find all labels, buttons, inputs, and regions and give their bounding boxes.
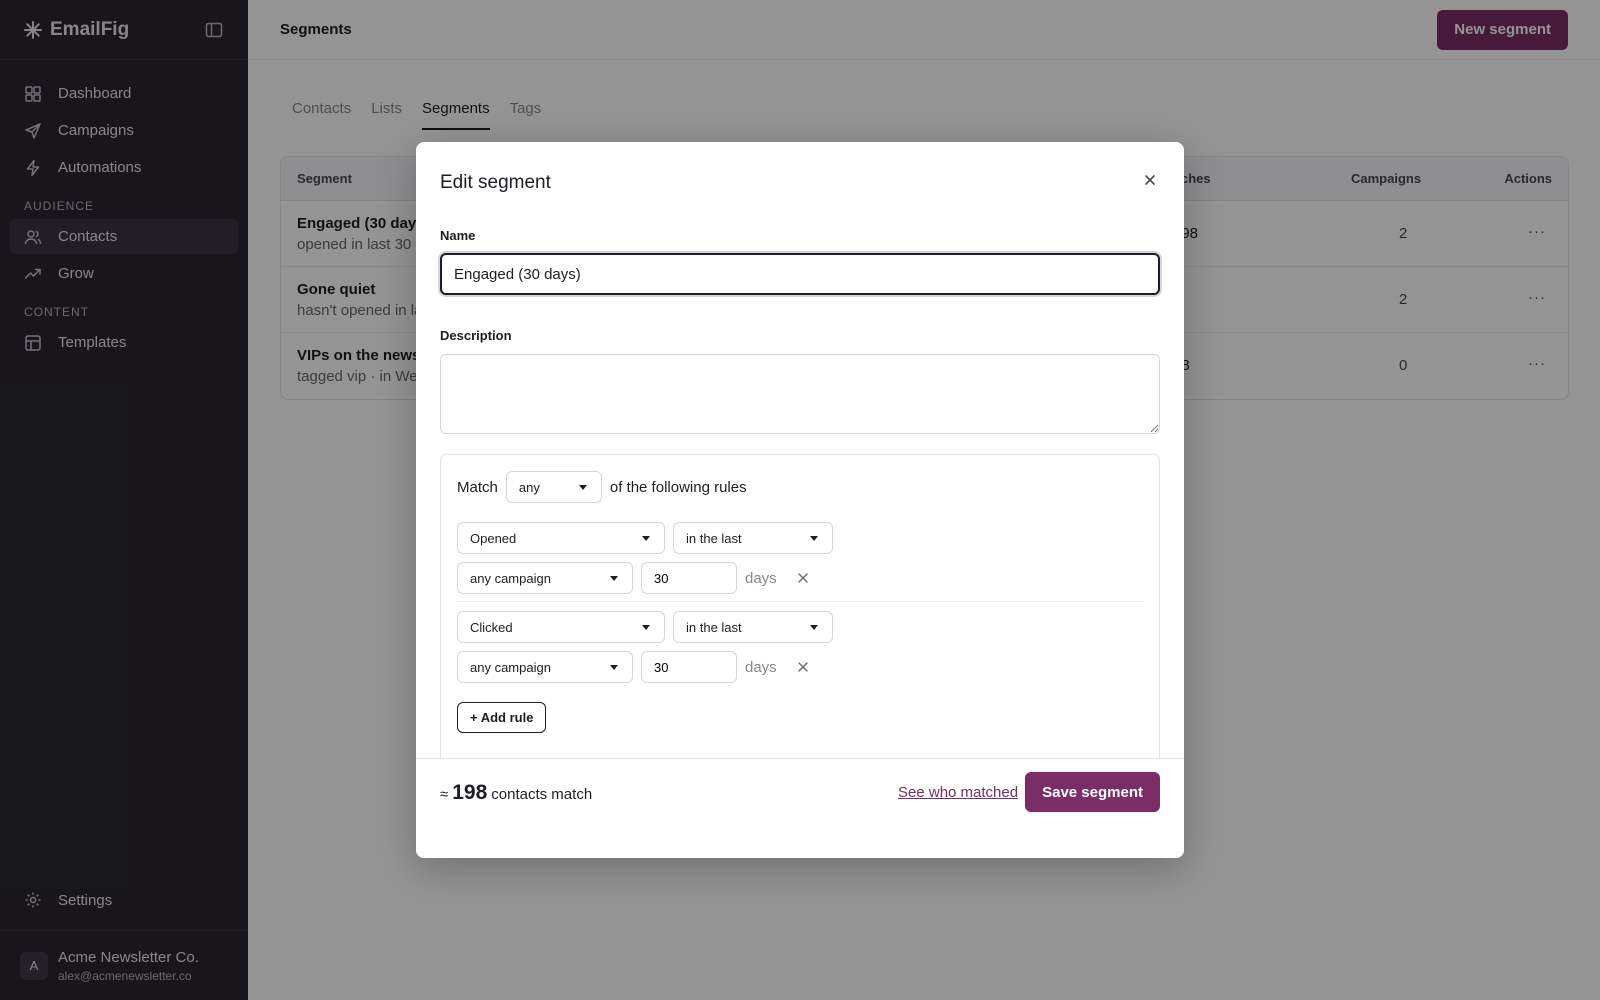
see-who-matched-link[interactable]: See who matched (898, 784, 1018, 801)
rule-amount-input[interactable] (641, 651, 737, 683)
rule-scope-select[interactable]: any campaign (457, 562, 633, 594)
remove-rule-icon[interactable] (797, 661, 809, 673)
rule-scope-select[interactable]: any campaign (457, 651, 633, 683)
add-rule-button[interactable]: + Add rule (457, 702, 547, 733)
rule-unit-label: days (745, 569, 777, 587)
description-label: Description (440, 328, 512, 343)
rule-1-top: Opened in the last (457, 522, 833, 554)
save-segment-button[interactable]: Save segment (1025, 772, 1160, 812)
rules-builder: Match any of the following rules Opened … (440, 454, 1160, 774)
rule-amount-input[interactable] (641, 562, 737, 594)
rule-scope-value: any campaign (470, 659, 551, 675)
rule-event-select[interactable]: Clicked (457, 611, 665, 643)
chevron-down-icon (810, 625, 818, 630)
name-label: Name (440, 228, 476, 243)
chevron-down-icon (810, 536, 818, 541)
match-mode-select[interactable]: any (505, 471, 602, 503)
chevron-down-icon (642, 536, 650, 541)
rule-2-top: Clicked in the last (457, 611, 833, 643)
match-count-number: 198 (452, 781, 488, 804)
close-icon[interactable] (1142, 172, 1158, 188)
match-count: ≈ 198 contacts match (440, 781, 592, 805)
rule-timeframe-value: in the last (686, 619, 742, 635)
rule-1-bottom: any campaign days (457, 562, 809, 594)
dialog-footer: ≈ 198 contacts match See who matched Sav… (416, 758, 1184, 858)
approx-symbol: ≈ (440, 786, 449, 803)
segment-name-input[interactable] (440, 253, 1160, 295)
chevron-down-icon (610, 576, 618, 581)
match-suffix: of the following rules (609, 478, 747, 496)
rule-divider (457, 601, 1143, 602)
match-count-label: contacts match (491, 786, 593, 803)
remove-rule-icon[interactable] (797, 572, 809, 584)
match-mode-value: any (518, 479, 540, 495)
rule-event-value: Clicked (470, 619, 513, 635)
rule-timeframe-select[interactable]: in the last (673, 611, 833, 643)
rule-timeframe-value: in the last (686, 530, 742, 546)
chevron-down-icon (610, 665, 618, 670)
rule-scope-value: any campaign (470, 570, 551, 586)
rule-timeframe-select[interactable]: in the last (673, 522, 833, 554)
match-prefix: Match (457, 478, 498, 496)
rule-unit-label: days (745, 658, 777, 676)
edit-segment-dialog: Edit segment Name Description Match any … (416, 142, 1184, 858)
rule-event-value: Opened (470, 530, 517, 546)
chevron-down-icon (578, 485, 587, 490)
match-line: Match any of the following rules (457, 471, 747, 503)
chevron-down-icon (642, 625, 650, 630)
dialog-title: Edit segment (440, 172, 551, 193)
segment-description-input[interactable] (440, 354, 1160, 434)
rule-2-bottom: any campaign days (457, 651, 809, 683)
rule-event-select[interactable]: Opened (457, 522, 665, 554)
